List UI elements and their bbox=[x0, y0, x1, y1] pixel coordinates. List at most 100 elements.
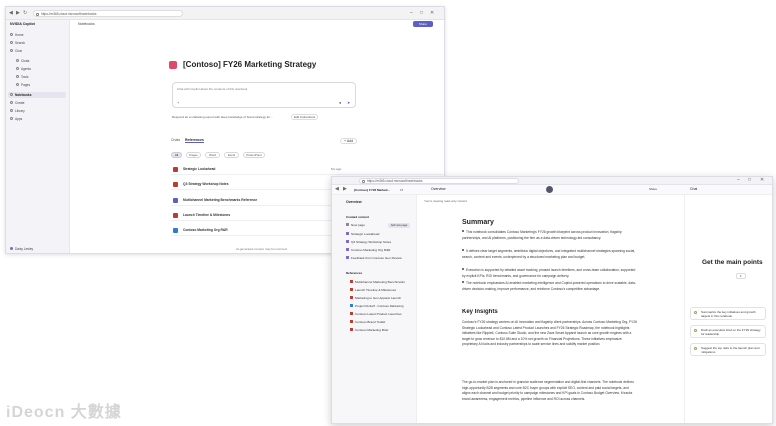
file-icon bbox=[350, 312, 353, 316]
nav-search[interactable]: Search bbox=[10, 40, 25, 46]
avatar[interactable] bbox=[546, 186, 553, 193]
tab-chats[interactable]: Chats bbox=[171, 138, 180, 142]
file-icon bbox=[350, 288, 353, 292]
suggested-prompt[interactable]: Summarize the key initiatives and growth… bbox=[690, 307, 766, 320]
references-heading: References bbox=[346, 271, 363, 275]
filter-all[interactable]: All bbox=[171, 152, 182, 158]
page-icon bbox=[346, 240, 349, 244]
table-row[interactable]: Strategic Lookahead 5m ago bbox=[171, 164, 443, 175]
file-icon bbox=[350, 304, 353, 308]
notebook-name[interactable]: [Contoso] FY26 Marketi... bbox=[354, 188, 390, 192]
suggestion-text: Respond as a marketing expert with deep … bbox=[172, 115, 273, 119]
sparkle-icon bbox=[694, 311, 697, 314]
insight-paragraph: The go-to-market plan is anchored in gra… bbox=[462, 380, 634, 401]
back-icon[interactable]: ◀ bbox=[335, 186, 339, 193]
reference-item[interactable]: Multichannel Marketing Benchmarks bbox=[350, 280, 405, 284]
file-icon bbox=[173, 212, 178, 218]
new-page-item[interactable]: New page bbox=[346, 223, 365, 227]
add-reference-button[interactable]: + Add bbox=[340, 138, 358, 144]
page-icon bbox=[346, 256, 349, 260]
nav-home[interactable]: Home bbox=[10, 32, 24, 38]
page-count: 15 bbox=[400, 188, 404, 192]
attach-icon[interactable]: + bbox=[177, 100, 179, 105]
minimize-icon[interactable]: – bbox=[410, 10, 413, 17]
filter-powerpoint[interactable]: PowerPoint bbox=[243, 152, 265, 158]
notebook-nav: Overview Created content New page Add ne… bbox=[332, 195, 417, 423]
forward-icon[interactable]: ▶ bbox=[343, 186, 347, 193]
insight-paragraph: Contoso's FY26 strategy centers on AI in… bbox=[462, 320, 637, 347]
file-icon bbox=[173, 166, 178, 172]
reference-item[interactable]: Launch Timeline & Milestones bbox=[350, 288, 396, 292]
reference-item[interactable]: Project Kickoff - Contoso Marketing bbox=[350, 304, 403, 308]
browser-toolbar: ◀ ▶ ↻ https://m365.cloud.microsoft/noteb… bbox=[6, 7, 444, 20]
sparkle-icon bbox=[694, 347, 697, 350]
browser-toolbar: https://m365.cloud.microsoft/notebooks –… bbox=[332, 177, 772, 185]
address-bar[interactable]: https://m365.cloud.microsoft/notebooks bbox=[33, 10, 183, 17]
file-icon bbox=[173, 197, 178, 203]
created-item[interactable]: Strategic Lookahead bbox=[346, 232, 379, 236]
page-icon bbox=[346, 248, 349, 252]
filter-pages[interactable]: Pages bbox=[186, 152, 201, 158]
nav-overview[interactable]: Overview bbox=[346, 200, 362, 204]
minimize-icon[interactable]: – bbox=[737, 177, 740, 184]
page-icon bbox=[346, 223, 349, 227]
forward-icon[interactable]: ▶ bbox=[16, 10, 20, 17]
panel-action-button[interactable]: ▾ bbox=[736, 273, 746, 279]
notebook-icon bbox=[169, 61, 177, 69]
insights-heading: Key Insights bbox=[462, 309, 498, 315]
suggested-prompt[interactable]: Suggest the top risks to the launch plan… bbox=[690, 343, 766, 356]
nav-notebooks[interactable]: Notebooks bbox=[8, 92, 66, 98]
share-button[interactable]: Share bbox=[645, 186, 661, 192]
reference-item[interactable]: Contoso Latest Product Launches bbox=[350, 312, 402, 316]
tab-overview[interactable]: Overview bbox=[431, 187, 446, 191]
created-item[interactable]: Q3 Strategy Workshop Notes bbox=[346, 240, 391, 244]
panel-heading: Get the main points bbox=[702, 259, 763, 266]
edit-instructions-button[interactable]: Edit instructions bbox=[291, 114, 319, 120]
filter-word[interactable]: Word bbox=[205, 152, 220, 158]
close-icon[interactable]: ✕ bbox=[430, 10, 434, 17]
file-icon bbox=[173, 227, 178, 233]
summary-bullet: This notebook consolidates Contoso Marke… bbox=[462, 230, 622, 240]
add-new-page-button[interactable]: Add new page bbox=[388, 223, 410, 228]
nav-chat[interactable]: Chat bbox=[10, 48, 22, 54]
app-header: ◀ ▶ [Contoso] FY26 Marketi... 15 Overvie… bbox=[332, 185, 772, 195]
summary-heading: Summary bbox=[462, 219, 494, 226]
file-icon bbox=[350, 328, 353, 332]
nav-pages[interactable]: Pages bbox=[16, 82, 30, 88]
panel-divider bbox=[684, 195, 685, 423]
mic-icon[interactable]: ● bbox=[339, 100, 341, 105]
close-icon[interactable]: ✕ bbox=[760, 177, 764, 184]
chat-box[interactable]: Chat with Copilot about the contents of … bbox=[172, 82, 356, 108]
file-icon bbox=[173, 181, 178, 187]
send-icon[interactable]: ➤ bbox=[347, 100, 350, 105]
watermark-logo: iDeocn 大數據 bbox=[6, 404, 122, 421]
reference-item[interactable]: Marketing to Gen Apparel Launch bbox=[350, 296, 401, 300]
nav-create[interactable]: Create bbox=[10, 100, 25, 106]
created-item[interactable]: Feedback from Contoso Gen Review bbox=[346, 256, 402, 260]
tab-references[interactable]: References bbox=[185, 138, 204, 143]
reference-item[interactable]: Contoso Marketing Brief bbox=[350, 328, 388, 332]
file-icon bbox=[350, 320, 353, 324]
back-icon[interactable]: ◀ bbox=[9, 10, 13, 17]
summary-bullet: Execution is supported by detailed asset… bbox=[462, 268, 636, 278]
footer-disclaimer: AI-generated content may be incorrect bbox=[236, 247, 288, 251]
address-bar[interactable]: https://m365.cloud.microsoft/notebooks bbox=[359, 178, 519, 184]
user-profile[interactable]: Daisy Lesley bbox=[10, 246, 33, 252]
nav-library[interactable]: Library bbox=[10, 108, 25, 114]
nav-chats[interactable]: Chats bbox=[16, 58, 29, 64]
suggested-prompt[interactable]: Draft an executive brief on the FY26 str… bbox=[690, 325, 766, 338]
nav-apps[interactable]: Apps bbox=[10, 116, 22, 122]
maximize-icon[interactable]: □ bbox=[420, 10, 423, 17]
share-button-top[interactable]: Share bbox=[413, 21, 433, 27]
notebook-title: [Contoso] FY26 Marketing Strategy bbox=[183, 60, 317, 69]
created-heading: Created content bbox=[346, 215, 369, 219]
nav-tools[interactable]: Tools bbox=[16, 74, 28, 80]
notebook-overview-window: https://m365.cloud.microsoft/notebooks –… bbox=[331, 176, 773, 424]
filter-excel[interactable]: Excel bbox=[224, 152, 239, 158]
breadcrumb[interactable]: Notebooks bbox=[78, 22, 95, 26]
reference-item[interactable]: Contoso Brand Toolkit bbox=[350, 320, 385, 324]
refresh-icon[interactable]: ↻ bbox=[23, 10, 27, 17]
created-item[interactable]: Contoso Marketing Org R&R bbox=[346, 248, 390, 252]
maximize-icon[interactable]: □ bbox=[748, 177, 751, 184]
nav-agents[interactable]: Agents bbox=[16, 66, 31, 72]
